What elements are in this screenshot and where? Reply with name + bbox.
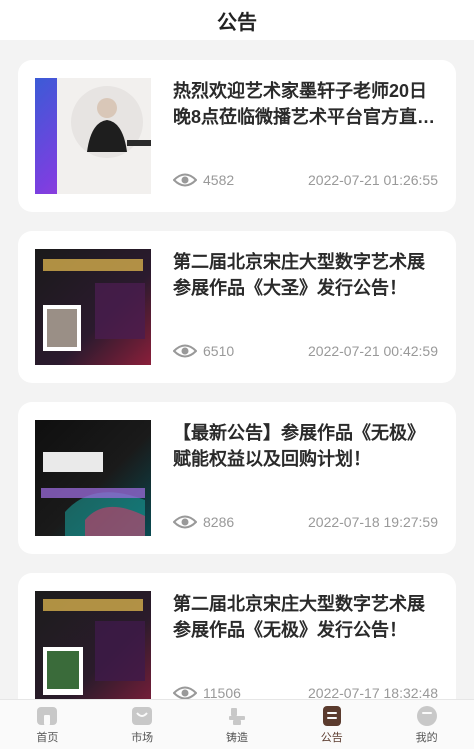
page-header: 公告 (0, 0, 474, 40)
announcement-date: 2022-07-21 01:26:55 (308, 172, 438, 188)
tab-market[interactable]: 市场 (95, 700, 190, 749)
view-count: 11506 (173, 685, 241, 699)
announcement-title[interactable]: 【最新公告】参展作品《无极》赋能权益以及回购计划！ (173, 420, 438, 472)
announcement-title[interactable]: 热烈欢迎艺术家墨轩子老师20日晚8点莅临微播艺术平台官方直播间 (173, 78, 438, 130)
announcement-list[interactable]: 热烈欢迎艺术家墨轩子老师20日晚8点莅临微播艺术平台官方直播间 4582 202… (0, 40, 474, 699)
page-title: 公告 (217, 11, 257, 34)
announcement-card[interactable]: 【最新公告】参展作品《无极》赋能权益以及回购计划！ 8286 2022-07-1… (18, 402, 456, 554)
announcement-title[interactable]: 第二届北京宋庄大型数字艺术展参展作品《大圣》发行公告！ (173, 249, 438, 301)
view-count: 8286 (173, 514, 234, 530)
home-icon (37, 706, 58, 725)
mint-icon (228, 707, 245, 725)
tab-notice[interactable]: 公告 (284, 700, 379, 749)
announcement-card[interactable]: 热烈欢迎艺术家墨轩子老师20日晚8点莅临微播艺术平台官方直播间 4582 202… (18, 60, 456, 212)
announcement-card[interactable]: 第二届北京宋庄大型数字艺术展参展作品《无极》发行公告！ 11506 2022-0… (18, 573, 456, 699)
announcement-thumbnail (35, 78, 151, 194)
notice-icon (322, 705, 341, 726)
announcement-date: 2022-07-21 00:42:59 (308, 343, 438, 359)
view-count: 4582 (173, 172, 234, 188)
eye-icon (173, 515, 197, 529)
eye-icon (173, 173, 197, 187)
eye-icon (173, 686, 197, 699)
tab-mint[interactable]: 铸造 (190, 700, 285, 749)
tab-home[interactable]: 首页 (0, 700, 95, 749)
announcement-date: 2022-07-18 19:27:59 (308, 514, 438, 530)
announcement-thumbnail (35, 591, 151, 699)
profile-icon (416, 705, 437, 726)
announcement-thumbnail (35, 249, 151, 365)
tab-profile[interactable]: 我的 (379, 700, 474, 749)
announcement-title[interactable]: 第二届北京宋庄大型数字艺术展参展作品《无极》发行公告！ (173, 591, 438, 643)
view-count: 6510 (173, 343, 234, 359)
announcement-date: 2022-07-17 18:32:48 (308, 685, 438, 699)
bottom-tab-bar: 首页 市场 铸造 公告 我的 (0, 699, 474, 749)
announcement-card[interactable]: 第二届北京宋庄大型数字艺术展参展作品《大圣》发行公告！ 6510 2022-07… (18, 231, 456, 383)
market-icon (132, 706, 153, 725)
eye-icon (173, 344, 197, 358)
announcement-thumbnail (35, 420, 151, 536)
